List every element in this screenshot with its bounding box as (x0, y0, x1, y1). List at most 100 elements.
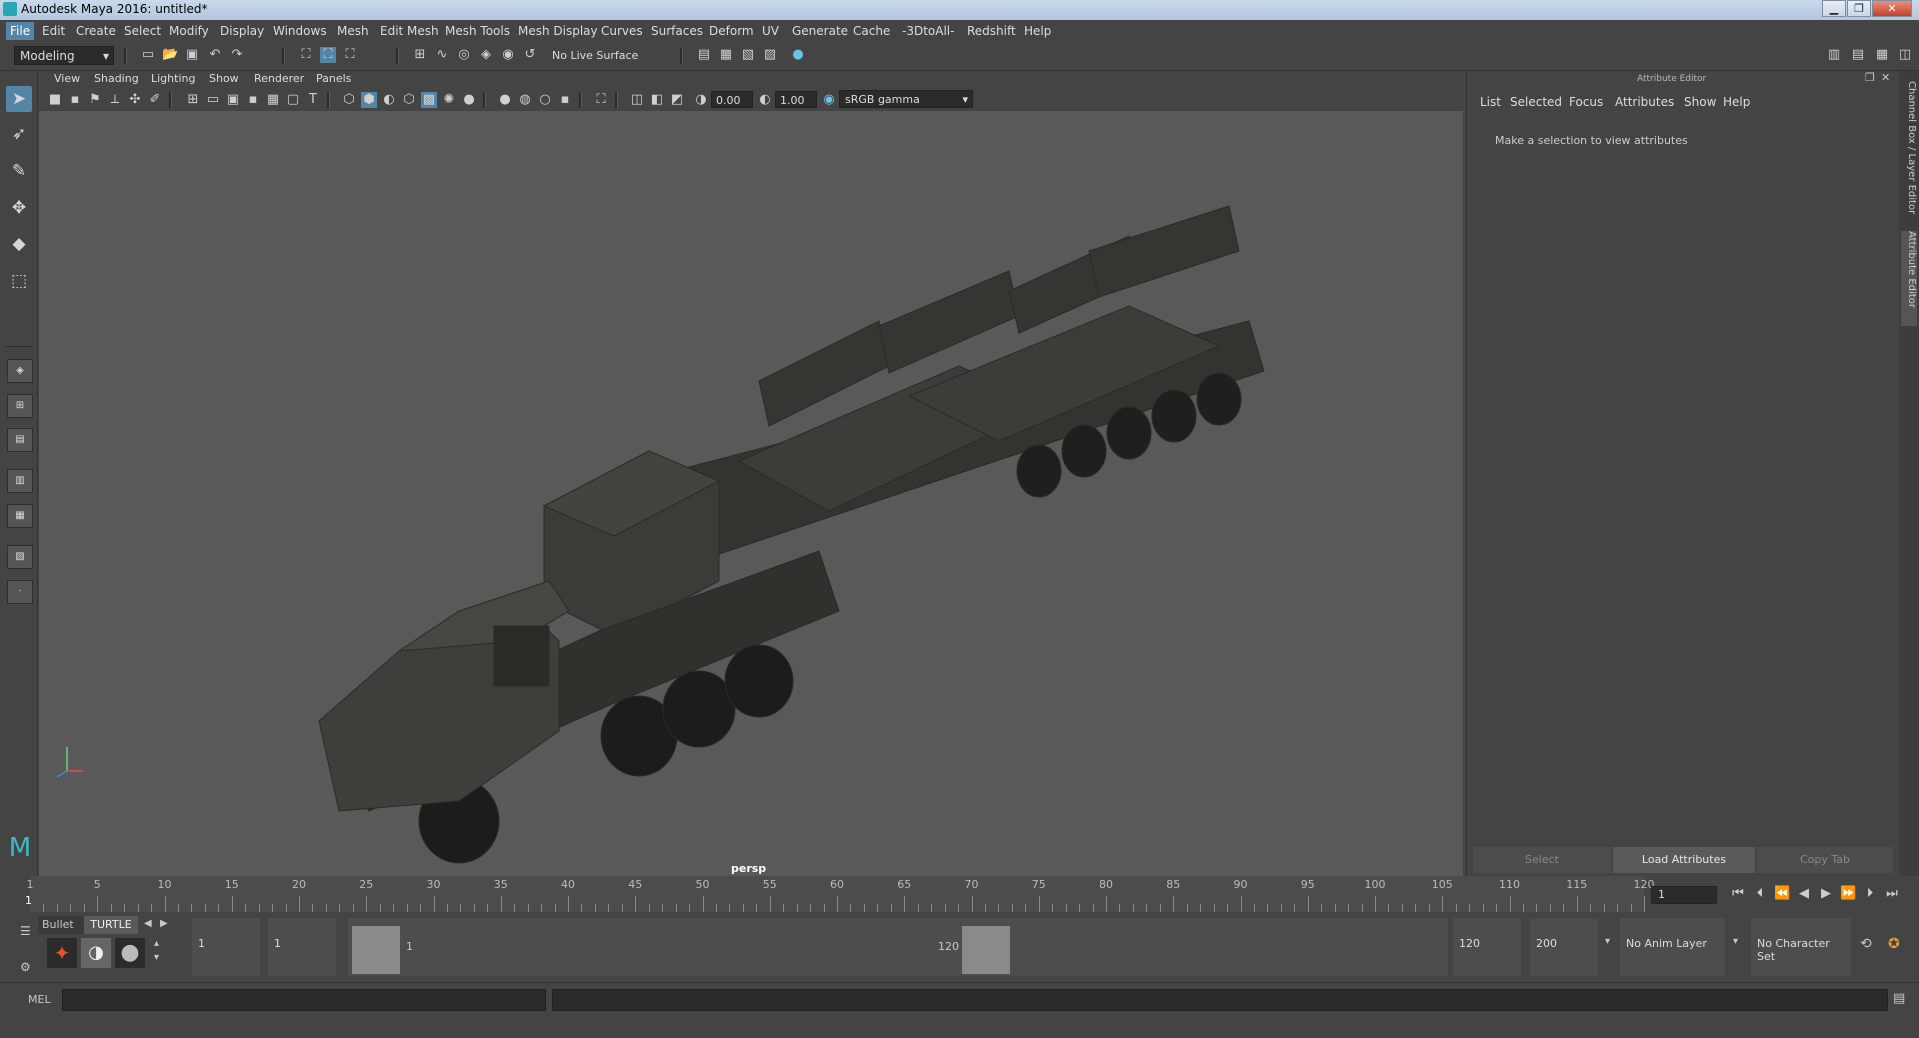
paint-select-tool-icon[interactable]: ✎ (6, 158, 32, 184)
toggle-tool-settings-icon[interactable]: ▦ (1874, 47, 1890, 63)
current-frame-field[interactable]: 1 (1651, 886, 1717, 904)
script-editor-icon[interactable]: ▤ (1893, 991, 1905, 1006)
ae-menu-list[interactable]: List (1480, 95, 1501, 109)
menu-windows[interactable]: Windows (273, 24, 327, 38)
use-default-material-icon[interactable]: ◐ (381, 92, 397, 108)
hypershade-icon[interactable]: ● (790, 47, 806, 63)
copy-tab-button[interactable]: Copy Tab (1757, 847, 1893, 873)
vp-menu-panels[interactable]: Panels (316, 72, 351, 85)
open-scene-icon[interactable]: 📂 (162, 47, 178, 63)
menu-deform[interactable]: Deform (709, 24, 754, 38)
viewport-canvas[interactable]: persp (39, 111, 1463, 876)
chevron-down-icon[interactable]: ▾ (1605, 936, 1610, 947)
attribute-editor-tab[interactable]: Attribute Editor (1901, 231, 1917, 326)
shelf-menu-icon[interactable]: ☰ (20, 924, 31, 938)
menu-help[interactable]: Help (1024, 24, 1051, 38)
menu-edit[interactable]: Edit (42, 24, 65, 38)
shelf-tab-turtle[interactable]: TURTLE (84, 916, 138, 934)
turtle-sphere-icon[interactable]: ● (115, 938, 145, 968)
shelf-down-icon[interactable]: ▾ (154, 952, 159, 963)
menu-surfaces[interactable]: Surfaces (651, 24, 703, 38)
toggle-modeling-toolkit-icon[interactable]: ▥ (1826, 47, 1842, 63)
menu-uv[interactable]: UV (762, 24, 779, 38)
ae-menu-show[interactable]: Show (1684, 95, 1716, 109)
go-to-start-icon[interactable]: ⏮ (1730, 886, 1746, 902)
ae-menu-selected[interactable]: Selected (1510, 95, 1562, 109)
rotate-tool-icon[interactable]: ◆ (6, 231, 32, 257)
new-scene-icon[interactable]: ▭ (140, 47, 156, 63)
float-panel-icon[interactable]: ❐ (1865, 71, 1875, 84)
animation-end-field[interactable]: 200 (1530, 918, 1598, 976)
more-layouts-icon[interactable]: ⋅ (7, 580, 33, 604)
snap-live-icon[interactable]: ◉ (500, 47, 516, 63)
mode-dropdown[interactable]: Modeling ▾ (14, 46, 114, 65)
snap-extra-icon[interactable]: ↺ (522, 47, 538, 63)
chevron-down-icon[interactable]: ▾ (1733, 936, 1738, 947)
textured-icon[interactable]: ▩ (421, 92, 437, 108)
wireframe-icon[interactable]: ⬡ (341, 92, 357, 108)
maximize-button[interactable]: ❐ (1847, 0, 1871, 17)
range-end-handle[interactable] (962, 926, 1010, 974)
render-view-icon[interactable]: ▤ (696, 47, 712, 63)
menu-redshift[interactable]: Redshift (967, 24, 1016, 38)
persp-outliner-layout-icon[interactable]: ▤ (7, 428, 33, 452)
menu-mesh-tools[interactable]: Mesh Tools (445, 24, 510, 38)
step-forward-icon[interactable]: ⏵ (1862, 886, 1878, 902)
use-all-lights-icon[interactable]: ✺ (441, 92, 457, 108)
field-chart-icon[interactable]: ▦ (265, 92, 281, 108)
turtle-bake-icon[interactable]: ◑ (81, 938, 111, 968)
menu-select[interactable]: Select (124, 24, 161, 38)
menu-mesh[interactable]: Mesh (337, 24, 369, 38)
grid-icon[interactable]: ⊞ (185, 92, 201, 108)
step-back-key-icon[interactable]: ⏪ (1774, 886, 1790, 902)
snap-curve-icon[interactable]: ∿ (434, 47, 450, 63)
camera-icon[interactable]: ■ (47, 92, 63, 108)
channel-box-tab[interactable]: Channel Box / Layer Editor (1901, 81, 1917, 231)
persp-graph-layout-icon[interactable]: ▥ (7, 469, 33, 493)
smooth-shade-icon[interactable]: ⬢ (361, 92, 377, 108)
select-hierarchy-icon[interactable]: ⛶ (298, 47, 314, 63)
menu-create[interactable]: Create (76, 24, 116, 38)
move-tool-icon[interactable]: ✥ (6, 195, 32, 221)
menu-mesh-display[interactable]: Mesh Display (518, 24, 598, 38)
menu-file[interactable]: File (6, 22, 35, 40)
live-surface-label[interactable]: No Live Surface (552, 49, 638, 62)
menu-3dtoall[interactable]: -3DtoAll- (902, 24, 954, 38)
menu-cache[interactable]: Cache (853, 24, 890, 38)
grease-pencil-icon[interactable]: ✐ (147, 92, 163, 108)
exposure-icon[interactable]: ◑ (693, 92, 709, 108)
toggle-attribute-editor-icon[interactable]: ▤ (1850, 47, 1866, 63)
menu-modify[interactable]: Modify (169, 24, 209, 38)
step-forward-key-icon[interactable]: ⏩ (1840, 886, 1856, 902)
vp-menu-view[interactable]: View (54, 72, 80, 85)
image-plane-icon[interactable]: ⟂ (107, 92, 123, 108)
anim-layer-dropdown[interactable]: No Anim Layer (1620, 918, 1725, 976)
close-button[interactable]: ✕ (1872, 0, 1912, 17)
gamma-field[interactable]: 1.00 (775, 91, 817, 108)
safe-action-icon[interactable]: ▢ (285, 92, 301, 108)
shelf-settings-icon[interactable]: ⚙ (20, 960, 31, 974)
gamma-icon[interactable]: ◐ (757, 92, 773, 108)
playback-start-field[interactable]: 1 (268, 918, 336, 976)
load-attributes-button[interactable]: Load Attributes (1613, 847, 1755, 873)
camera-attr-icon[interactable]: ▪ (67, 92, 83, 108)
ae-menu-focus[interactable]: Focus (1569, 95, 1603, 109)
close-panel-icon[interactable]: ✕ (1881, 71, 1890, 84)
auto-key-icon[interactable]: ⟲ (1860, 936, 1872, 952)
select-button[interactable]: Select (1473, 847, 1611, 873)
outliner-persp-layout-icon[interactable]: ▦ (7, 504, 33, 528)
shelf-scroll-left-icon[interactable]: ◀ (144, 918, 152, 929)
lasso-tool-icon[interactable]: ➶ (6, 121, 32, 147)
scale-tool-icon[interactable]: ⬚ (6, 268, 32, 294)
render-frame-icon[interactable]: ▦ (718, 47, 734, 63)
four-view-layout-icon[interactable]: ⊞ (7, 394, 33, 418)
menu-edit-mesh[interactable]: Edit Mesh (380, 24, 439, 38)
redo-icon[interactable]: ↷ (229, 47, 245, 63)
select-component-icon[interactable]: ⛶ (342, 47, 358, 63)
playback-end-field[interactable]: 120 (1453, 918, 1521, 976)
single-perspective-layout-icon[interactable]: ◈ (7, 359, 33, 383)
ae-menu-attributes[interactable]: Attributes (1615, 95, 1674, 109)
step-back-icon[interactable]: ⏴ (1752, 886, 1768, 902)
shadows-icon[interactable]: ● (461, 92, 477, 108)
snap-view-plane-icon[interactable]: ◈ (478, 47, 494, 63)
